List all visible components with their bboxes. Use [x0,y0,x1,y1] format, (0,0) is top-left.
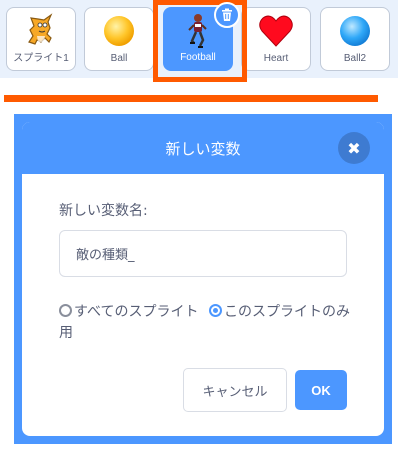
sprite-label: Football [180,52,216,63]
cat-sprite-icon [21,12,61,50]
variable-name-input[interactable] [59,230,347,277]
football-player-sprite-icon [178,13,218,51]
radio-option-this-sprite[interactable]: このスプライトのみ [209,302,359,344]
sprite-label: Ball2 [343,53,367,64]
radio-button-this-sprite[interactable] [209,304,222,317]
radio-label-this-sprite: このスプライトのみ [224,304,350,320]
radio-label-all-sprites: すべてのスプライト用 [59,304,199,341]
dialog-header: 新しい変数 ✖ [22,122,384,174]
radio-option-all-sprites[interactable]: すべてのスプライト用 [59,302,209,344]
annotation-highlight-bar [4,95,378,102]
sprite-tile-heart[interactable]: Heart [241,7,311,71]
dialog-title: 新しい変数 [165,139,241,158]
heart-sprite-icon [256,12,296,50]
sprite-label: Ball [110,53,128,64]
sprite-label: Heart [263,53,289,64]
ball-sprite-icon [99,12,139,50]
sprite-list: スプライト1 Ball Football Heart Ball2 [0,0,398,82]
ok-button[interactable]: OK [295,370,347,410]
sprite-tile-ball[interactable]: Ball [84,7,154,71]
sprite-tile-ball2[interactable]: Ball2 [320,7,390,71]
delete-sprite-button[interactable] [214,2,240,28]
close-button[interactable]: ✖ [338,132,370,164]
scratch-editor: スプライト1 Ball Football Heart Ball2 新しい変数 ✖… [0,0,398,452]
cancel-button[interactable]: キャンセル [183,368,287,412]
new-variable-dialog: 新しい変数 ✖ 新しい変数名: すべてのスプライト用 このスプライトのみ キャン… [22,122,384,436]
sprite-tile-sprite1[interactable]: スプライト1 [6,7,76,71]
scope-options: すべてのスプライト用 このスプライトのみ [59,302,359,344]
close-icon: ✖ [347,138,361,158]
trash-icon [222,8,232,21]
sprite-label: スプライト1 [13,53,69,64]
variable-name-label: 新しい変数名: [59,203,148,219]
ball2-sprite-icon [335,12,375,50]
radio-button-all-sprites[interactable] [59,304,72,317]
